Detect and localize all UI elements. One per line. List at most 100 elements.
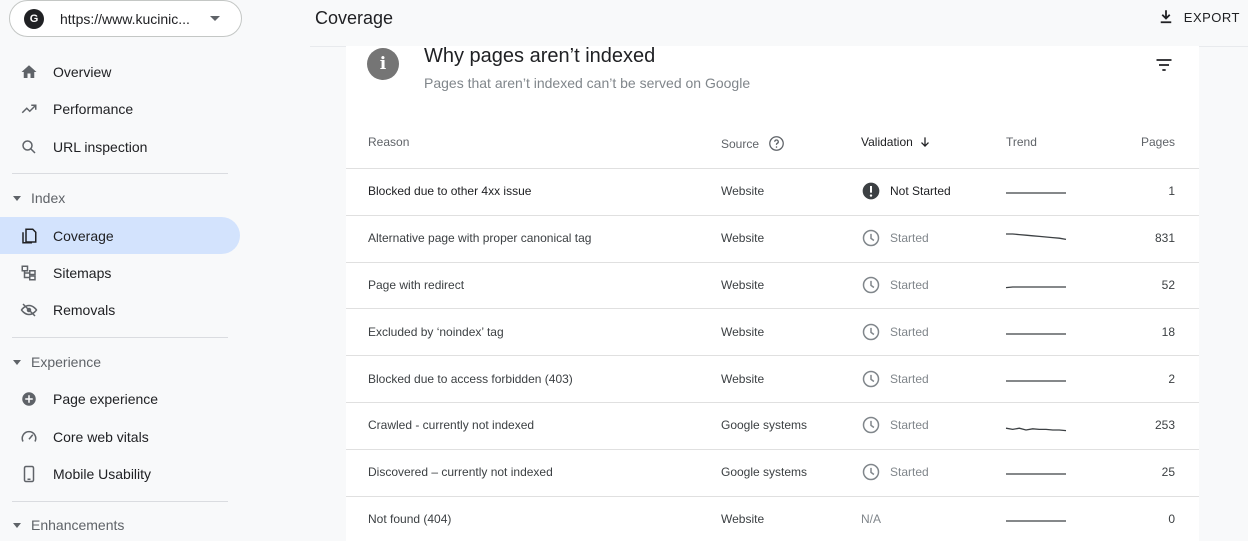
column-header-source[interactable]: Source [721,135,785,152]
sparkline-path [1006,233,1067,241]
export-label: EXPORT [1183,9,1240,25]
nav-mobile-usability[interactable]: Mobile Usability [0,455,240,492]
caret-down-icon [13,195,21,201]
row-source: Website [721,512,765,526]
validation-status: Started [890,324,929,339]
validation-status: Started [890,231,929,246]
exclamation-icon [862,183,880,200]
google-g-icon: G [24,8,44,29]
row-reason: Blocked due to access forbidden (403) [368,371,573,386]
section-label: Experience [31,354,102,370]
sidebar: G https://www.kucinic... Overview Perfor… [0,0,248,541]
arrow-down-icon [920,137,929,147]
clock-icon [862,463,880,481]
column-header-reason[interactable]: Reason [368,135,409,149]
row-source: Website [721,184,765,199]
row-pages: 2 [1168,371,1175,386]
row-reason: Crawled - currently not indexed [368,418,535,433]
section-label: Enhancements [31,517,125,533]
row-reason: Alternative page with proper canonical t… [368,231,592,246]
row-pages: 0 [1168,512,1175,526]
nav-label: Mobile Usability [53,465,152,482]
validation-status: N/A [861,512,882,526]
row-pages: 25 [1161,465,1175,480]
validation-status: Not Started [890,184,951,199]
section-index[interactable]: Index [0,183,240,213]
nav-sitemaps[interactable]: Sitemaps [0,254,240,291]
row-source: Website [721,231,765,246]
clock-icon [862,417,880,434]
column-header-trend[interactable]: Trend [1006,135,1037,149]
page-title: Coverage [315,8,394,28]
row-validation: Started [861,228,929,248]
validation-status: Started [890,418,929,433]
row-pages: 831 [1154,231,1175,246]
property-selector[interactable]: G https://www.kucinic... [9,0,242,37]
clock-icon [862,229,880,247]
search-icon [20,138,38,156]
row-source: Google systems [721,465,808,480]
row-validation: N/A [861,509,881,529]
validation-status: Started [890,278,929,292]
property-url: https://www.kucinic... [60,10,190,27]
section-enhancements[interactable]: Enhancements [0,510,240,540]
info-icon: i [367,48,399,80]
eye-off-icon [20,301,38,319]
card-title: Why pages aren’t indexed [424,45,656,67]
row-source: Website [721,371,765,386]
nav-url-inspection[interactable]: URL inspection [0,128,240,165]
table-row[interactable] [346,497,1199,541]
nav-page-experience[interactable]: Page experience [0,380,240,417]
row-trend-sparkline [1006,233,1067,241]
column-label: Pages [1140,135,1175,149]
caret-down-icon [13,522,21,528]
nav-core-web-vitals[interactable]: Core web vitals [0,418,240,455]
column-label: Trend [1006,135,1037,149]
row-trend-sparkline [1005,427,1067,432]
nav-label: Coverage [53,227,114,244]
nav-label: Removals [53,301,116,318]
column-label: Reason [368,135,410,149]
nav-label: Overview [53,63,112,80]
row-reason: Discovered – currently not indexed [368,465,553,480]
nav-label: Core web vitals [53,428,149,445]
card-subtitle: Pages that aren’t indexed can’t be serve… [424,75,751,91]
divider [12,501,228,502]
column-header-pages[interactable]: Pages [1141,135,1175,149]
chevron-down-icon [210,16,220,21]
nav-performance[interactable]: Performance [0,90,240,127]
section-label: Index [31,190,66,206]
row-source: Website [721,324,765,339]
row-pages: 52 [1161,278,1175,292]
row-validation: Started [861,322,929,342]
row-pages: 1 [1168,184,1175,199]
filter-icon[interactable] [1154,55,1174,75]
help-icon[interactable] [768,135,785,152]
row-validation: Started [861,275,929,295]
nav-removals[interactable]: Removals [0,291,240,328]
nav-coverage[interactable]: Coverage [0,217,240,254]
clock-icon [862,276,880,294]
caret-down-icon [13,359,21,365]
table-row[interactable] [346,263,1199,309]
export-button[interactable]: EXPORT [1157,6,1240,28]
why-not-indexed-card: i Why pages aren’t indexed Pages that ar… [346,45,1199,541]
column-label: Validation [861,135,913,149]
row-validation: Started [861,415,929,435]
row-trend-sparkline [1006,473,1066,475]
clock-icon [862,370,880,387]
column-header-validation[interactable]: Validation [861,135,932,149]
row-pages: 253 [1154,418,1175,433]
row-reason: Page with redirect [368,278,465,292]
row-source: Website [721,278,765,292]
download-icon [1160,10,1172,24]
row-reason: Blocked due to other 4xx issue [368,184,532,199]
section-experience[interactable]: Experience [0,347,240,377]
row-trend-sparkline [1006,333,1066,335]
divider [12,173,228,174]
nav-label: Performance [53,100,134,117]
nav-label: Sitemaps [53,264,112,281]
row-validation: Not Started [861,181,951,201]
nav-overview[interactable]: Overview [0,53,240,90]
sitemap-icon [20,264,38,282]
